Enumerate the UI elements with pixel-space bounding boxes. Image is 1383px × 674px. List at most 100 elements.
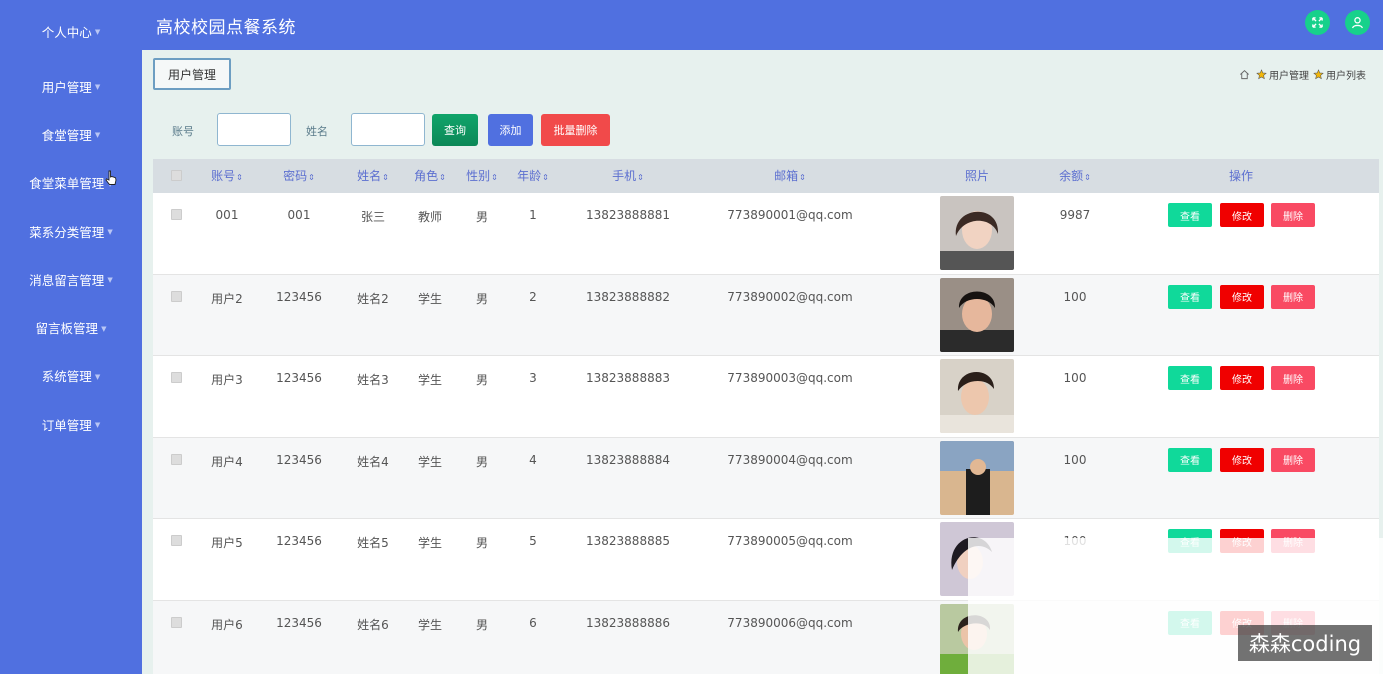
column-header-age[interactable]: 年龄⇕: [508, 159, 558, 193]
row-checkbox[interactable]: [171, 209, 182, 220]
delete-button[interactable]: 删除: [1271, 284, 1315, 309]
name-label: 姓名: [306, 125, 328, 138]
cell-age: 6: [529, 615, 537, 630]
cell-email: 773890006@qq.com: [727, 615, 853, 630]
column-header-account[interactable]: 账号⇕: [197, 159, 257, 193]
edit-button[interactable]: 修改: [1220, 366, 1264, 390]
fullscreen-icon[interactable]: [1305, 10, 1330, 35]
star-icon: [1313, 69, 1324, 80]
view-button[interactable]: 查看: [1168, 203, 1212, 227]
select-all-checkbox[interactable]: [171, 170, 182, 181]
cell-balance: 100: [1063, 289, 1087, 304]
home-icon[interactable]: [1239, 69, 1250, 80]
cell-gender: 男: [475, 617, 488, 632]
cell-gender: 男: [475, 210, 488, 224]
cell-password: 123456: [276, 615, 322, 630]
cell-email: 773890002@qq.com: [727, 289, 853, 304]
sidebar-item-label: 留言板管理: [35, 321, 99, 337]
table-row: 用户3 123456 姓名3 学生 男 3 13823888883 773890…: [153, 356, 1379, 438]
row-checkbox[interactable]: [171, 535, 182, 546]
cell-password: 123456: [276, 371, 322, 385]
cell-password: 001: [287, 208, 311, 222]
delete-button[interactable]: 删除: [1271, 203, 1315, 227]
sidebar-item-canteen[interactable]: 食堂管理 ▼: [0, 110, 142, 158]
sidebar-item-label: 食堂管理: [41, 127, 92, 143]
view-button[interactable]: 查看: [1168, 366, 1212, 390]
name-input[interactable]: [351, 113, 425, 146]
cell-phone: 13823888883: [586, 371, 670, 385]
sidebar-item-system[interactable]: 系统管理 ▼: [0, 352, 142, 400]
account-input[interactable]: [217, 113, 291, 146]
cell-balance: 100: [1063, 371, 1087, 385]
column-header-balance[interactable]: 余额⇕: [1045, 159, 1105, 193]
watermark: 森森coding: [1238, 625, 1372, 661]
column-header-name[interactable]: 姓名⇕: [343, 159, 403, 193]
breadcrumb-item[interactable]: 用户管理: [1269, 67, 1309, 82]
edit-button[interactable]: 修改: [1220, 284, 1264, 309]
column-header-gender[interactable]: 性别⇕: [457, 159, 507, 193]
cell-role: 学生: [417, 373, 442, 387]
sidebar-item-canteen-menu[interactable]: 食堂菜单管理▼: [0, 159, 142, 207]
delete-button[interactable]: 删除: [1271, 447, 1315, 472]
cell-account: 用户3: [211, 373, 243, 387]
sidebar-item-label: 菜系分类管理: [29, 224, 105, 240]
chevron-down-icon: ▼: [94, 372, 101, 381]
cell-name: 姓名4: [357, 454, 389, 469]
cell-email: 773890003@qq.com: [727, 371, 853, 385]
cell-name: 姓名6: [357, 617, 389, 632]
chevron-down-icon: ▼: [94, 83, 101, 92]
row-checkbox[interactable]: [171, 616, 182, 628]
hand-cursor-icon: [105, 170, 117, 185]
column-header-phone[interactable]: 手机⇕: [583, 159, 673, 193]
cell-account: 用户4: [211, 454, 243, 469]
cell-password: 123456: [276, 534, 322, 548]
cell-password: 123456: [276, 452, 322, 467]
sidebar-item-message-board[interactable]: 留言板管理 ▼: [0, 303, 142, 351]
sidebar-item-cuisine-category[interactable]: 菜系分类管理 ▼: [0, 207, 142, 255]
column-header-photo: 照片: [964, 169, 989, 183]
row-checkbox[interactable]: [171, 290, 182, 302]
sidebar: 个人中心▼ 用户管理▼ 食堂管理▼ 食堂菜单管理▼ 菜系分类管理▼ 消息留言管理…: [0, 0, 142, 674]
row-checkbox[interactable]: [171, 372, 182, 383]
row-checkbox[interactable]: [171, 453, 182, 465]
view-button[interactable]: 查看: [1168, 447, 1212, 472]
edit-button[interactable]: 修改: [1220, 203, 1264, 227]
sidebar-item-messages[interactable]: 消息留言管理 ▼: [0, 255, 142, 303]
sidebar-item-label: 用户管理: [41, 79, 92, 95]
user-icon[interactable]: [1345, 10, 1370, 35]
column-header-role[interactable]: 角色⇕: [402, 159, 458, 193]
tab-user-management[interactable]: 用户管理: [153, 58, 231, 90]
cell-gender: 男: [475, 373, 488, 387]
chevron-down-icon: ▼: [94, 131, 101, 140]
cell-gender: 男: [475, 454, 488, 469]
sidebar-item-orders[interactable]: 订单管理 ▼: [0, 400, 142, 448]
cell-phone: 13823888885: [586, 534, 670, 548]
cell-age: 3: [529, 371, 537, 385]
column-header-email[interactable]: 邮箱⇕: [735, 159, 845, 193]
breadcrumb: 用户管理 用户列表: [1235, 67, 1366, 82]
add-button[interactable]: 添加: [488, 114, 533, 146]
cell-phone: 13823888882: [586, 289, 670, 304]
user-photo: [940, 440, 1014, 515]
sidebar-item-users[interactable]: 用户管理 ▼: [0, 62, 142, 110]
search-button[interactable]: 查询: [432, 114, 478, 146]
cell-account: 用户6: [211, 617, 243, 632]
chevron-down-icon: ▼: [101, 324, 107, 333]
cell-role: 学生: [417, 291, 442, 306]
sort-icon: ⇕: [637, 173, 644, 182]
sort-icon: ⇕: [382, 173, 389, 182]
chevron-down-icon: ▼: [94, 421, 101, 430]
edit-button[interactable]: 修改: [1220, 447, 1264, 472]
cell-phone: 13823888881: [586, 208, 670, 222]
sidebar-item-profile[interactable]: 个人中心 ▼: [0, 0, 142, 62]
app-title: 高校校园点餐系统: [156, 17, 296, 38]
cell-email: 773890005@qq.com: [727, 534, 853, 548]
cell-age: 4: [529, 452, 537, 467]
column-header-password[interactable]: 密码⇕: [269, 159, 329, 193]
delete-button[interactable]: 删除: [1271, 366, 1315, 390]
cell-phone: 13823888884: [586, 452, 670, 467]
view-button[interactable]: 查看: [1168, 284, 1212, 309]
cell-gender: 男: [475, 291, 488, 306]
batch-delete-button[interactable]: 批量删除: [541, 114, 610, 146]
cell-role: 学生: [417, 454, 442, 469]
